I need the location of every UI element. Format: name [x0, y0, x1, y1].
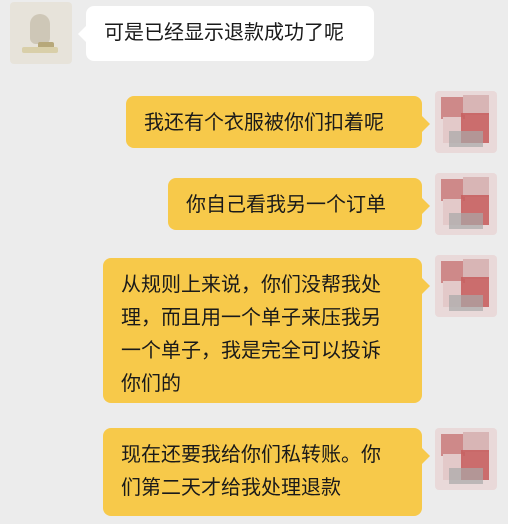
sender-avatar[interactable]	[10, 2, 72, 64]
outgoing-message-bubble: 现在还要我给你们私转账。你 们第二天才给我处理退款	[103, 428, 430, 516]
message-text: 你自己看我另一个订单	[186, 192, 386, 216]
my-avatar[interactable]	[435, 173, 497, 235]
message-text: 我还有个衣服被你们扣着呢	[144, 110, 384, 134]
my-avatar[interactable]	[435, 91, 497, 153]
outgoing-message-bubble: 你自己看我另一个订单	[168, 178, 430, 230]
my-avatar[interactable]	[435, 428, 497, 490]
outgoing-message-bubble: 我还有个衣服被你们扣着呢	[126, 96, 430, 148]
outgoing-message-bubble: 从规则上来说，你们没帮我处 理，而且用一个单子来压我另 一个单子，我是完全可以投…	[103, 258, 430, 403]
my-avatar[interactable]	[435, 255, 497, 317]
incoming-message-bubble: 可是已经显示退款成功了呢	[78, 6, 374, 61]
message-text: 现在还要我给你们私转账。你 们第二天才给我处理退款	[121, 442, 381, 499]
chat-window: 可是已经显示退款成功了呢 我还有个衣服被你们扣着呢 你自己看我另一个订单 从规则…	[0, 0, 508, 524]
message-text: 可是已经显示退款成功了呢	[104, 20, 344, 44]
message-text: 从规则上来说，你们没帮我处 理，而且用一个单子来压我另 一个单子，我是完全可以投…	[121, 272, 381, 395]
